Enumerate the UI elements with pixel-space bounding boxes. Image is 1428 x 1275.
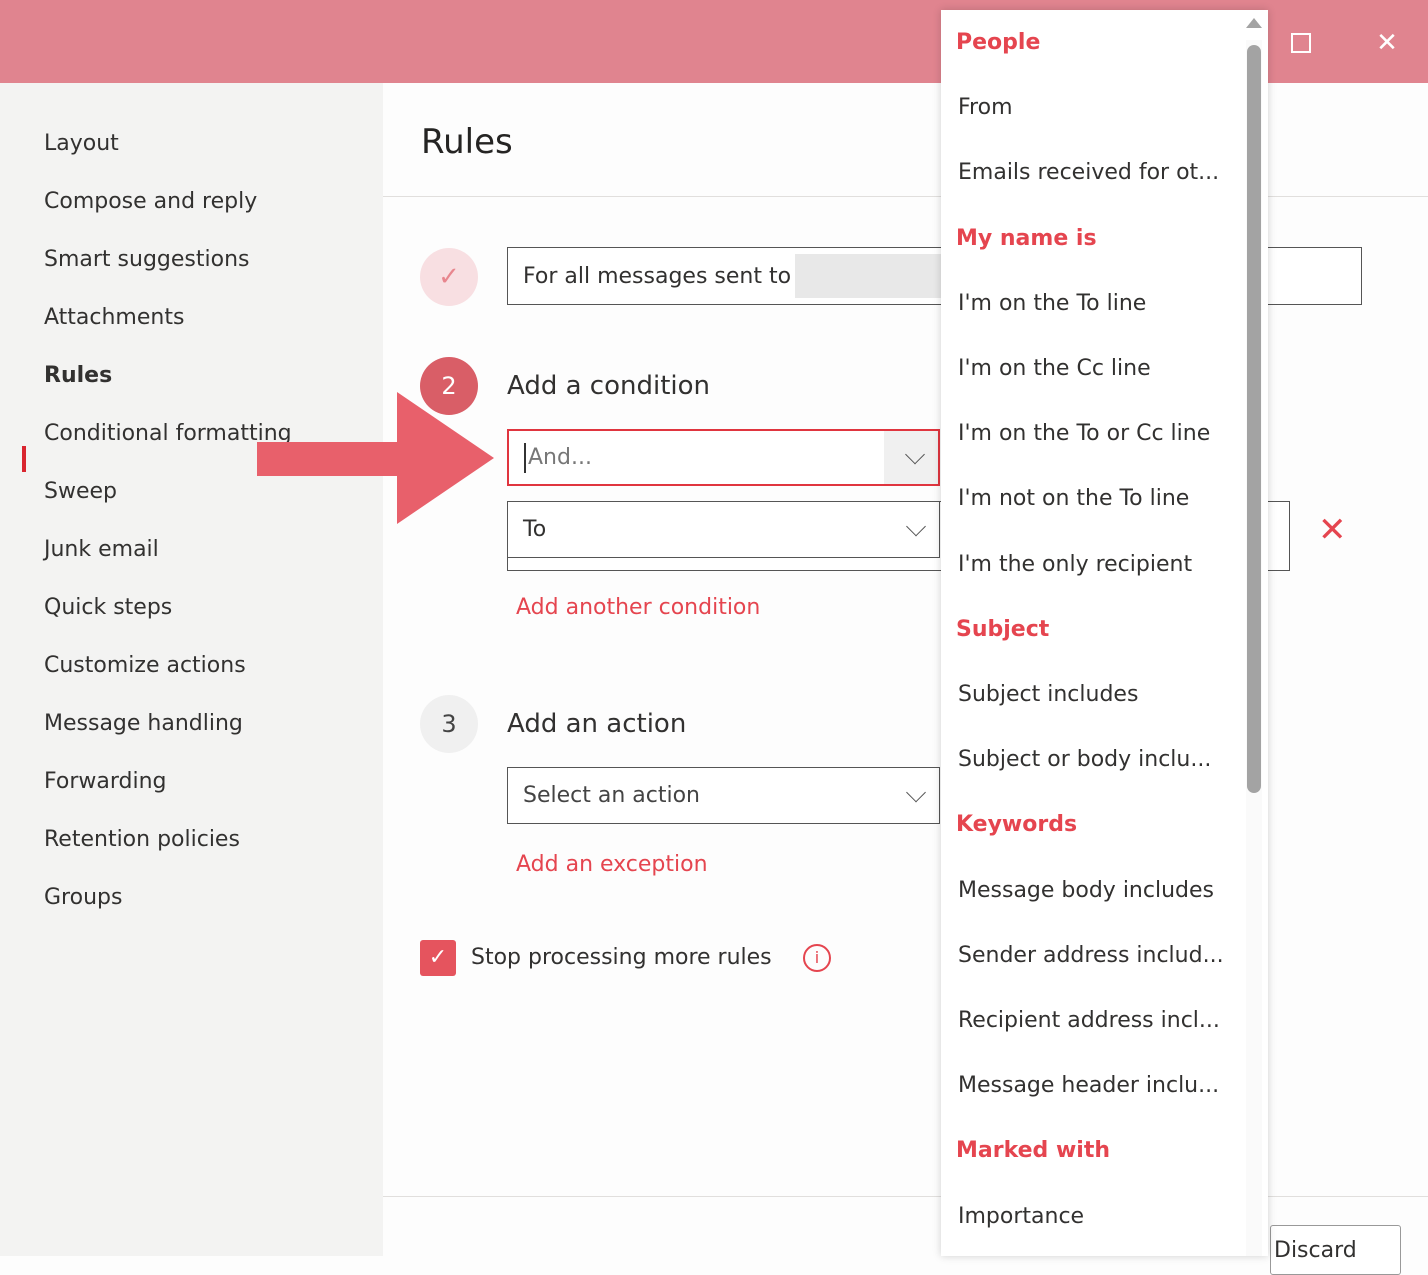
square-icon (1291, 33, 1311, 53)
sidebar-item-attachments[interactable]: Attachments (44, 305, 184, 330)
step2-label: Add a condition (507, 371, 711, 401)
info-icon[interactable]: i (803, 944, 831, 972)
step1-check-icon: ✓ (420, 248, 478, 306)
sidebar-item-retention-policies[interactable]: Retention policies (44, 827, 240, 852)
step3-label: Add an action (507, 709, 687, 739)
sidebar-item-customize-actions[interactable]: Customize actions (44, 653, 246, 678)
menu-item[interactable]: Subject or body inclu... (958, 747, 1211, 772)
action-placeholder: Select an action (523, 783, 700, 808)
menu-item[interactable]: Message body includes (958, 878, 1214, 903)
sidebar-item-compose-and-reply[interactable]: Compose and reply (44, 189, 257, 214)
chevron-down-icon (905, 444, 925, 464)
stop-processing-label: Stop processing more rules (471, 945, 772, 970)
step3-number: 3 (420, 695, 478, 753)
condition-dropdown-menu: People From Emails received for ot... My na… (941, 10, 1268, 1256)
sidebar-item-groups[interactable]: Groups (44, 885, 122, 910)
header-divider (383, 196, 1428, 197)
sidebar-item-rules[interactable]: Rules (44, 363, 112, 388)
menu-group-header: Marked with (956, 1138, 1110, 1164)
close-window-button[interactable]: ✕ (1370, 26, 1404, 60)
condition-placeholder: And... (528, 445, 592, 470)
maximize-button[interactable] (1284, 26, 1318, 60)
discard-button[interactable]: Discard (1270, 1225, 1401, 1275)
menu-item[interactable]: I'm on the To line (958, 291, 1146, 316)
step1-value: For all messages sent to (523, 263, 792, 289)
footer-divider (383, 1196, 1428, 1197)
x-icon: ✕ (1376, 28, 1398, 58)
menu-item[interactable]: Sender address includ... (958, 943, 1224, 968)
sidebar-item-forwarding[interactable]: Forwarding (44, 769, 167, 794)
sidebar-item-message-handling[interactable]: Message handling (44, 711, 243, 736)
arrow-annotation (257, 392, 494, 524)
chevron-down-icon (906, 516, 926, 536)
stop-processing-checkbox[interactable]: ✓ (420, 940, 456, 976)
page-title: Rules (421, 122, 513, 162)
remove-condition-x-icon[interactable]: ✕ (1318, 510, 1347, 550)
menu-item[interactable]: I'm on the To or Cc line (958, 421, 1210, 446)
menu-item[interactable]: I'm not on the To line (958, 486, 1189, 511)
condition-dropdown-toggle[interactable] (884, 431, 938, 484)
menu-item[interactable]: Subject includes (958, 682, 1138, 707)
active-indicator (22, 446, 26, 472)
menu-item[interactable]: Emails received for ot... (958, 160, 1219, 185)
menu-item[interactable]: Importance (958, 1204, 1084, 1229)
condition-type-select[interactable]: To (507, 501, 940, 558)
redacted-address (795, 254, 946, 298)
menu-group-header: Keywords (956, 812, 1078, 838)
sidebar-item-sweep[interactable]: Sweep (44, 479, 117, 504)
add-another-condition-link[interactable]: Add another condition (516, 595, 760, 620)
text-cursor (524, 442, 526, 473)
scrollbar-thumb[interactable] (1247, 45, 1261, 793)
sidebar-item-smart-suggestions[interactable]: Smart suggestions (44, 247, 249, 272)
action-select[interactable]: Select an action (507, 767, 940, 824)
menu-item[interactable]: I'm the only recipient (958, 552, 1192, 577)
menu-group-header: My name is (956, 225, 1097, 251)
sidebar-item-conditional-formatting[interactable]: Conditional formatting (44, 421, 292, 446)
menu-item[interactable]: Recipient address incl... (958, 1008, 1220, 1033)
scroll-up-arrow-icon[interactable] (1246, 18, 1262, 28)
add-exception-link[interactable]: Add an exception (516, 852, 708, 877)
menu-group-header: People (956, 30, 1041, 55)
sidebar-item-junk-email[interactable]: Junk email (44, 537, 159, 562)
chevron-down-icon (906, 782, 926, 802)
menu-item[interactable]: I'm on the Cc line (958, 356, 1151, 381)
condition-type-value: To (523, 517, 547, 542)
sidebar-item-quick-steps[interactable]: Quick steps (44, 595, 172, 620)
condition-input[interactable]: And... (507, 429, 940, 486)
sidebar-item-layout[interactable]: Layout (44, 131, 119, 156)
menu-item[interactable]: Message header inclu... (958, 1073, 1219, 1098)
menu-group-header: Subject (956, 616, 1050, 642)
menu-item[interactable]: From (958, 95, 1013, 120)
